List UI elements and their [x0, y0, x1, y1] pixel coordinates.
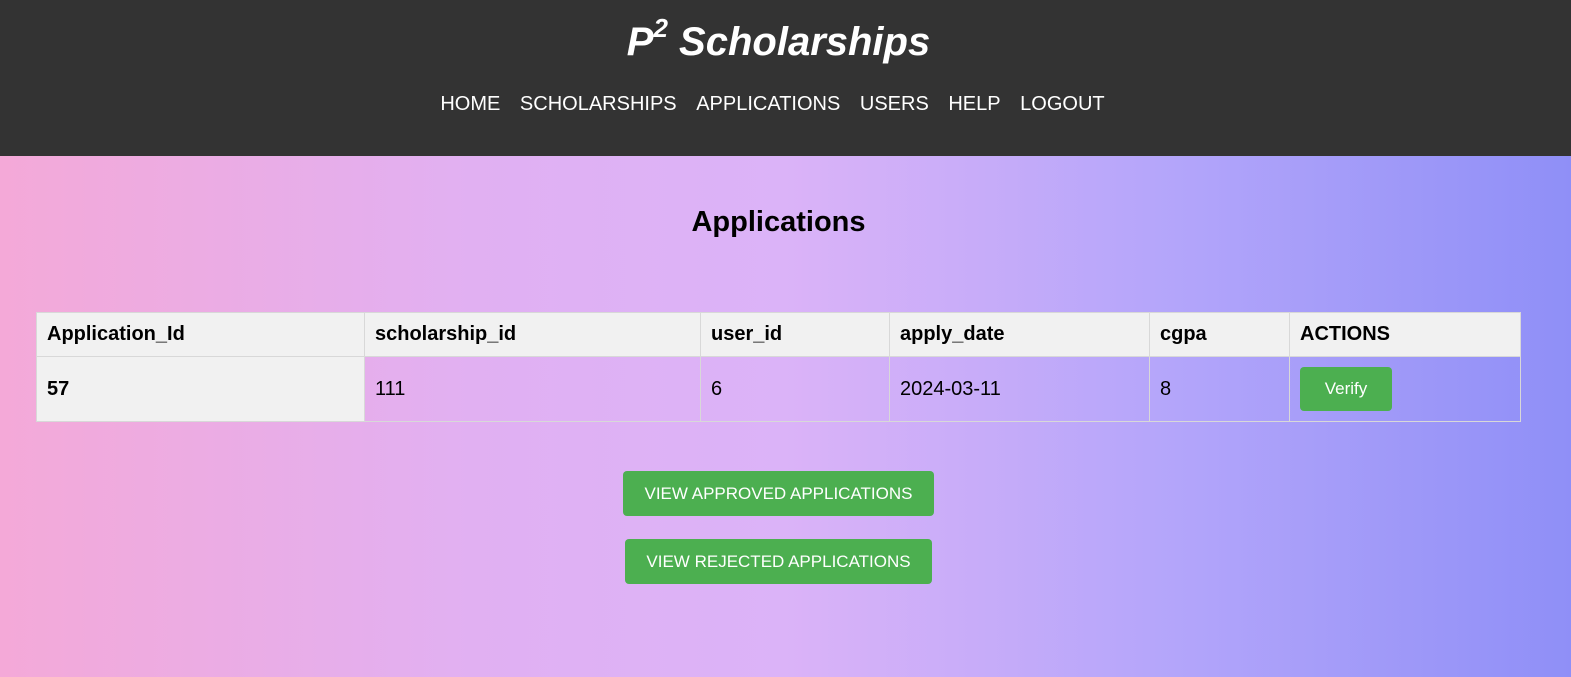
applications-table: Application_Id scholarship_id user_id ap… — [36, 312, 1521, 422]
cell-cgpa: 8 — [1149, 356, 1290, 422]
view-approved-applications-button[interactable]: VIEW APPROVED APPLICATIONS — [623, 471, 934, 516]
site-title-main: P — [626, 20, 654, 64]
nav-applications[interactable]: APPLICATIONS — [696, 93, 840, 115]
column-header-application-id: Application_Id — [36, 312, 365, 357]
nav-home[interactable]: HOME — [440, 93, 500, 115]
site-header: P2 Scholarships HOME SCHOLARSHIPS APPLIC… — [0, 0, 1571, 156]
cell-user-id: 6 — [700, 356, 890, 422]
main-nav: HOME SCHOLARSHIPS APPLICATIONS USERS HEL… — [0, 90, 1545, 118]
cell-actions: Verify — [1289, 356, 1521, 422]
nav-logout[interactable]: LOGOUT — [1020, 93, 1104, 115]
nav-scholarships[interactable]: SCHOLARSHIPS — [520, 93, 677, 115]
cell-scholarship-id: 111 — [364, 356, 701, 422]
site-title-superscript: 2 — [653, 12, 668, 43]
site-title: P2 Scholarships — [0, 12, 1557, 68]
nav-help[interactable]: HELP — [948, 93, 1000, 115]
column-header-cgpa: cgpa — [1149, 312, 1290, 357]
column-header-user-id: user_id — [700, 312, 890, 357]
column-header-scholarship-id: scholarship_id — [364, 312, 701, 357]
column-header-apply-date: apply_date — [889, 312, 1150, 357]
main-content: Applications Application_Id scholarship_… — [0, 156, 1571, 677]
site-title-rest: Scholarships — [667, 20, 931, 64]
nav-users[interactable]: USERS — [860, 93, 929, 115]
cell-apply-date: 2024-03-11 — [889, 356, 1150, 422]
table-header-row: Application_Id scholarship_id user_id ap… — [36, 312, 1521, 357]
verify-button[interactable]: Verify — [1300, 367, 1392, 411]
table-row: 57 111 6 2024-03-11 8 Verify — [36, 356, 1521, 422]
page-title: Applications — [691, 206, 866, 238]
cell-application-id: 57 — [36, 356, 365, 422]
view-rejected-applications-button[interactable]: VIEW REJECTED APPLICATIONS — [625, 539, 932, 584]
column-header-actions: ACTIONS — [1289, 312, 1521, 357]
